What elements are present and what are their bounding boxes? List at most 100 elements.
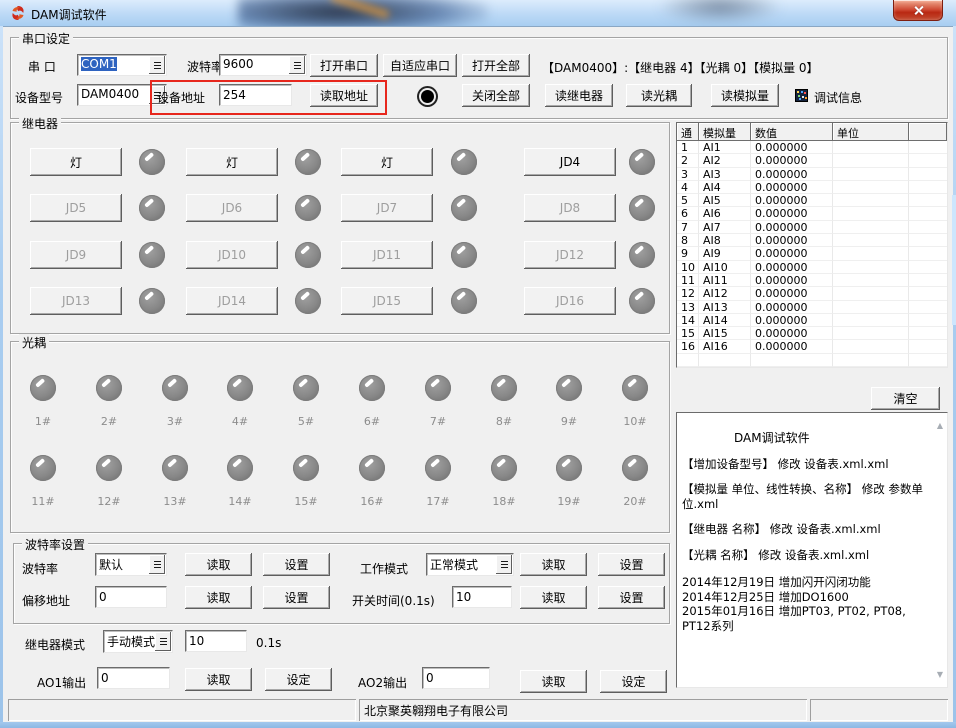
relay-led-4 — [629, 149, 655, 175]
opto-label-7: 7# — [418, 415, 458, 428]
opto-led-13 — [162, 455, 188, 481]
column-header[interactable]: 模拟量 — [699, 123, 751, 141]
read-analog-button[interactable]: 读模拟量 — [711, 84, 779, 107]
relay-led-9 — [139, 242, 165, 268]
close-all-button[interactable]: 关闭全部 — [462, 84, 530, 107]
ao2-input[interactable] — [422, 667, 490, 689]
relay-time-input[interactable] — [185, 630, 247, 652]
relay-button-8[interactable]: JD8 — [524, 194, 616, 222]
work-mode-select[interactable]: 正常模式 — [426, 553, 514, 576]
table-row-empty — [677, 367, 947, 368]
relay-button-5[interactable]: JD5 — [30, 194, 122, 222]
table-row: 6AI60.000000 — [677, 207, 947, 220]
opto-led-4 — [227, 375, 253, 401]
relay-button-15[interactable]: JD15 — [341, 287, 433, 315]
opto-led-15 — [293, 455, 319, 481]
switch-time-input[interactable] — [452, 586, 512, 608]
relay-button-11[interactable]: JD11 — [341, 241, 433, 269]
debug-info-label[interactable]: 调试信息 — [814, 89, 862, 106]
opto-label-17: 17# — [418, 495, 458, 508]
offset-read-button[interactable]: 读取 — [185, 586, 252, 609]
column-header[interactable]: 数值 — [751, 123, 833, 141]
window-title: DAM调试软件 — [31, 6, 107, 23]
offset-address-input[interactable] — [95, 586, 167, 608]
port-select[interactable]: COM1 — [77, 54, 167, 76]
debug-info-icon — [795, 89, 808, 102]
analog-table[interactable]: 通 模拟量 数值 单位 1AI10.000000 2AI20.000000 3A… — [676, 122, 948, 368]
table-row-empty — [677, 354, 947, 367]
workmode-set-button[interactable]: 设置 — [598, 553, 665, 576]
dropdown-icon[interactable] — [149, 555, 165, 574]
relay-button-9[interactable]: JD9 — [30, 241, 122, 269]
relay-led-1 — [139, 149, 165, 175]
dropdown-icon[interactable] — [289, 56, 305, 74]
dropdown-icon[interactable] — [149, 56, 165, 74]
relay-button-4[interactable]: JD4 — [524, 148, 616, 176]
relay-button-7[interactable]: JD7 — [341, 194, 433, 222]
device-address-input[interactable] — [219, 84, 292, 106]
workmode-read-button[interactable]: 读取 — [520, 553, 587, 576]
opto-label-3: 3# — [155, 415, 195, 428]
switchtime-read-button[interactable]: 读取 — [520, 586, 587, 609]
open-serial-button[interactable]: 打开串口 — [310, 54, 378, 77]
ao1-set-button[interactable]: 设定 — [265, 668, 332, 691]
scroll-up-icon[interactable]: ▲ — [937, 421, 943, 430]
ao1-read-button[interactable]: 读取 — [185, 668, 252, 691]
scroll-down-icon[interactable]: ▼ — [937, 670, 943, 679]
opto-led-8 — [491, 375, 517, 401]
column-header[interactable]: 单位 — [833, 123, 909, 141]
log-panel[interactable]: DAM调试软件 【增加设备型号】 修改 设备表.xml.xml 【模拟量 单位、… — [676, 412, 948, 688]
relay-led-3 — [451, 149, 477, 175]
log-line: 【模拟量 单位、线性转换、名称】 修改 参数单位.xml — [682, 482, 929, 511]
dropdown-icon[interactable] — [155, 632, 171, 651]
relay-button-10[interactable]: JD10 — [186, 241, 278, 269]
opto-label-15: 15# — [286, 495, 326, 508]
relay-button-16[interactable]: JD16 — [524, 287, 616, 315]
window-bottom-border — [0, 722, 956, 728]
table-row: 8AI80.000000 — [677, 234, 947, 247]
column-header[interactable] — [909, 123, 947, 141]
relay-mode-select[interactable]: 手动模式 — [103, 630, 173, 653]
port-label: 串 口 — [28, 58, 56, 75]
relay-button-6[interactable]: JD6 — [186, 194, 278, 222]
relay-button-3[interactable]: 灯 — [341, 148, 433, 176]
table-row: 11AI110.000000 — [677, 274, 947, 287]
opto-label-2: 2# — [89, 415, 129, 428]
relay-button-1[interactable]: 灯 — [30, 148, 122, 176]
baudrate-set-button[interactable]: 设置 — [263, 553, 330, 576]
switchtime-set-button[interactable]: 设置 — [598, 586, 665, 609]
baud-select[interactable]: 9600 — [219, 54, 307, 76]
adaptive-serial-button[interactable]: 自适应串口 — [383, 54, 457, 77]
device-address-label: 设备地址 — [157, 89, 205, 106]
ao2-read-button[interactable]: 读取 — [520, 670, 587, 693]
opto-label-12: 12# — [89, 495, 129, 508]
opto-led-1 — [30, 375, 56, 401]
opto-label-1: 1# — [23, 415, 63, 428]
relay-button-14[interactable]: JD14 — [186, 287, 278, 315]
opto-led-5 — [293, 375, 319, 401]
clear-log-button[interactable]: 清空 — [871, 387, 940, 410]
column-header[interactable]: 通 — [677, 123, 699, 141]
model-select[interactable]: DAM0400 — [77, 84, 167, 106]
opto-led-17 — [425, 455, 451, 481]
read-address-button[interactable]: 读取地址 — [310, 84, 378, 107]
close-button[interactable] — [893, 0, 943, 21]
ao2-set-button[interactable]: 设定 — [600, 670, 667, 693]
opto-led-16 — [359, 455, 385, 481]
open-all-button[interactable]: 打开全部 — [462, 54, 530, 77]
relay-button-13[interactable]: JD13 — [30, 287, 122, 315]
baudrate-read-button[interactable]: 读取 — [185, 553, 252, 576]
relay-button-2[interactable]: 灯 — [186, 148, 278, 176]
title-bar[interactable]: DAM调试软件 — [0, 0, 956, 26]
ao1-input[interactable] — [97, 667, 170, 689]
relay-button-12[interactable]: JD12 — [524, 241, 616, 269]
read-relay-button[interactable]: 读继电器 — [545, 84, 613, 107]
baudrate-select[interactable]: 默认 — [95, 553, 167, 576]
offset-set-button[interactable]: 设置 — [263, 586, 330, 609]
table-row: 10AI100.000000 — [677, 261, 947, 274]
read-opto-button[interactable]: 读光耦 — [626, 84, 692, 107]
dropdown-icon[interactable] — [496, 555, 512, 574]
baud-label: 波特率 — [187, 58, 223, 75]
opto-label-4: 4# — [220, 415, 260, 428]
table-row: 3AI30.000000 — [677, 168, 947, 181]
